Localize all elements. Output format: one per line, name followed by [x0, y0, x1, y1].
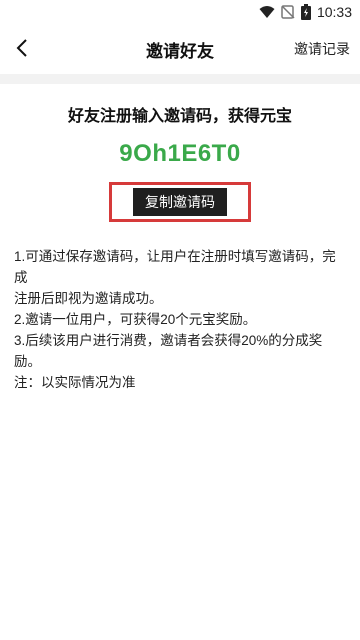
copy-button-highlight: 复制邀请码	[109, 182, 251, 222]
rule-3: 3.后续该用户进行消费，邀请者会获得20%的分成奖励。	[14, 333, 323, 369]
invite-code: 9Oh1E6T0	[119, 140, 241, 167]
rule-1a: 1.可通过保存邀请码，让用户在注册时填写邀请码，完成	[14, 249, 336, 285]
status-time: 10:33	[316, 4, 352, 20]
invite-records-link[interactable]: 邀请记录	[294, 39, 350, 59]
status-bar: 10:33	[0, 0, 360, 24]
invite-content: 好友注册输入邀请码，获得元宝 9Oh1E6T0 复制邀请码 1.可通过保存邀请码…	[0, 102, 360, 393]
back-button[interactable]	[8, 34, 36, 62]
no-signal-icon	[281, 5, 295, 19]
section-divider	[0, 74, 360, 84]
invite-rules: 1.可通过保存邀请码，让用户在注册时填写邀请码，完成 注册后即视为邀请成功。 2…	[14, 246, 346, 393]
status-icons: 10:33	[259, 3, 352, 21]
battery-icon	[300, 4, 311, 20]
invite-headline: 好友注册输入邀请码，获得元宝	[67, 108, 292, 125]
rule-1b: 注册后即视为邀请成功。	[14, 291, 163, 306]
rule-2: 2.邀请一位用户，可获得20个元宝奖励。	[14, 312, 257, 327]
chevron-left-icon	[16, 39, 27, 57]
copy-invite-code-button[interactable]: 复制邀请码	[133, 188, 227, 216]
app-header: 邀请好友 邀请记录	[0, 24, 360, 72]
rule-note: 注：以实际情况为准	[14, 375, 136, 390]
wifi-icon	[259, 6, 275, 18]
